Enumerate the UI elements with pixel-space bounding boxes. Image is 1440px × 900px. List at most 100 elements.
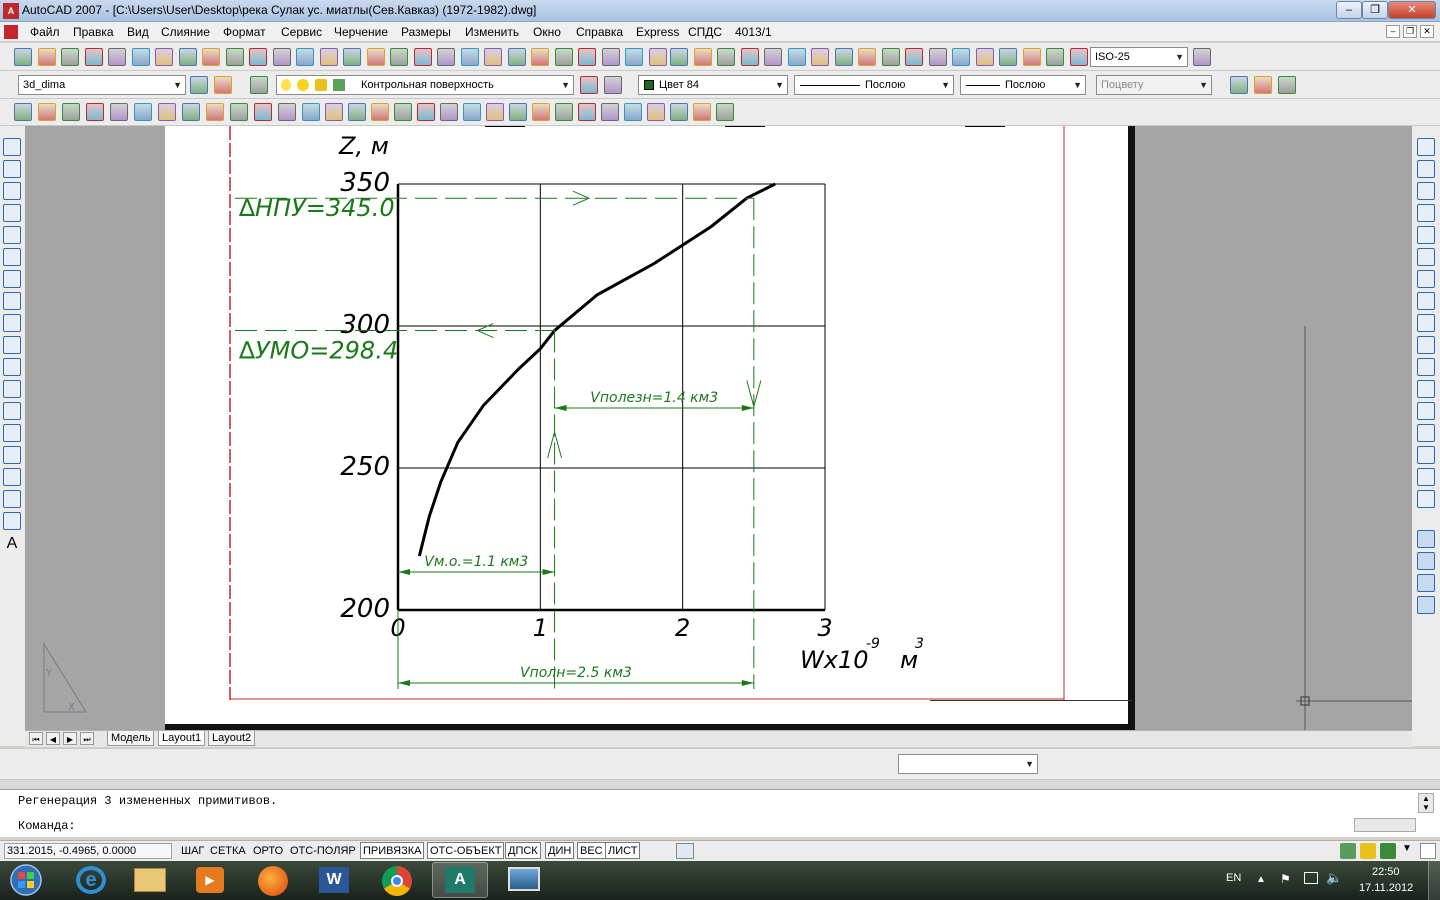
standard-tool-11-icon[interactable]	[273, 48, 291, 66]
chrome-icon[interactable]	[370, 862, 426, 898]
modify-tool-446-icon[interactable]	[1417, 446, 1435, 464]
last-tab-icon[interactable]: ⏭	[80, 732, 94, 745]
draw-tool-512-icon[interactable]	[3, 512, 21, 530]
properties-tool-0-icon[interactable]	[190, 76, 208, 94]
draw-tool-226-icon[interactable]	[3, 226, 21, 244]
modify-tool-12-icon[interactable]	[302, 103, 320, 121]
modify-tool-7-icon[interactable]	[182, 103, 200, 121]
restore-button[interactable]: ❐	[1362, 1, 1388, 19]
command-scrollbar[interactable]: ▲ ▼	[1418, 793, 1434, 813]
standard-tool-7-icon[interactable]	[179, 48, 197, 66]
menu-item-11[interactable]: Express	[636, 25, 679, 39]
tray-clock-time[interactable]: 22:50	[1372, 866, 1400, 878]
status-toggle-0[interactable]: ШАГ	[178, 842, 207, 859]
standard-tool-8-icon[interactable]	[202, 48, 220, 66]
modify-tool-27-icon[interactable]	[647, 103, 665, 121]
modify-tool-6-icon[interactable]	[158, 103, 176, 121]
draw-tool-490-icon[interactable]	[3, 490, 21, 508]
status-toggle-8[interactable]: ВЕС	[577, 842, 606, 859]
next-tab-icon[interactable]: ▶	[63, 732, 77, 745]
draw-tool-380-icon[interactable]	[3, 380, 21, 398]
action-center-flag-icon[interactable]: ⚑	[1280, 872, 1291, 886]
menu-item-4[interactable]: Формат	[223, 25, 266, 39]
standard-tool-30-icon[interactable]	[717, 48, 735, 66]
command-splitter[interactable]	[0, 780, 1440, 789]
prev-tab-icon[interactable]: ◀	[46, 732, 60, 745]
modify-tool-226-icon[interactable]	[1417, 226, 1435, 244]
draworder-tool-596-icon[interactable]	[1417, 596, 1435, 614]
properties-tool-1-icon[interactable]	[214, 76, 232, 94]
modify-tool-160-icon[interactable]	[1417, 160, 1435, 178]
layer-combo[interactable]: Контрольная поверхность ▼	[276, 75, 574, 95]
document-icon[interactable]	[4, 25, 18, 39]
command-prompt[interactable]: Команда:	[18, 819, 76, 833]
first-tab-icon[interactable]: ⏮	[29, 732, 43, 745]
tab-model[interactable]: Модель	[107, 731, 155, 746]
toolbar-lock-icon[interactable]	[1360, 843, 1376, 859]
standard-tool-43-icon[interactable]	[1023, 48, 1041, 66]
standard-tool-17-icon[interactable]	[414, 48, 432, 66]
modify-tool-204-icon[interactable]	[1417, 204, 1435, 222]
clean-screen-icon[interactable]	[1420, 843, 1436, 859]
workspace-combo[interactable]: 3d_dima ▼	[18, 75, 186, 95]
tab-layout1[interactable]: Layout1	[158, 731, 206, 746]
standard-tool-20-icon[interactable]	[484, 48, 502, 66]
orbit-tool-2-icon[interactable]	[1278, 76, 1296, 94]
standard-tool-38-icon[interactable]	[905, 48, 923, 66]
tab-layout2[interactable]: Layout2	[208, 731, 256, 746]
standard-tool-40-icon[interactable]	[952, 48, 970, 66]
standard-tool-34-icon[interactable]	[811, 48, 829, 66]
close-button[interactable]: ✕	[1388, 1, 1436, 19]
menu-item-10[interactable]: Справка	[576, 25, 623, 39]
tray-expand-icon[interactable]: ▲	[1256, 874, 1266, 885]
modify-tool-182-icon[interactable]	[1417, 182, 1435, 200]
standard-tool-19-icon[interactable]	[461, 48, 479, 66]
standard-tool-44-icon[interactable]	[1046, 48, 1064, 66]
modify-tool-20-icon[interactable]	[486, 103, 504, 121]
modify-tool-292-icon[interactable]	[1417, 292, 1435, 310]
modify-tool-29-icon[interactable]	[693, 103, 711, 121]
lineweight-combo[interactable]: Послою ▼	[960, 75, 1086, 95]
modify-tool-26-icon[interactable]	[624, 103, 642, 121]
draw-tool-160-icon[interactable]	[3, 160, 21, 178]
draw-tool-468-icon[interactable]	[3, 468, 21, 486]
status-toggle-7[interactable]: ДИН	[545, 842, 575, 859]
standard-tool-1-icon[interactable]	[38, 48, 56, 66]
status-toggle-1[interactable]: СЕТКА	[207, 842, 249, 859]
modify-tool-490-icon[interactable]	[1417, 490, 1435, 508]
standard-tool-12-icon[interactable]	[296, 48, 314, 66]
menu-item-13[interactable]: 4013/1	[735, 25, 772, 39]
draw-tool-314-icon[interactable]	[3, 314, 21, 332]
modify-tool-13-icon[interactable]	[325, 103, 343, 121]
properties-tool-3-icon[interactable]	[580, 76, 598, 94]
modify-tool-8-icon[interactable]	[206, 103, 224, 121]
volume-icon[interactable]: 🔈	[1326, 870, 1342, 886]
modify-tool-18-icon[interactable]	[440, 103, 458, 121]
standard-tool-6-icon[interactable]	[155, 48, 173, 66]
status-toggle-3[interactable]: ОТС-ПОЛЯР	[287, 842, 359, 859]
status-menu-chevron-icon[interactable]: ▼	[1402, 843, 1416, 859]
draw-tool-424-icon[interactable]	[3, 424, 21, 442]
draworder-tool-530-icon[interactable]	[1417, 530, 1435, 548]
doc-minimize-button[interactable]: –	[1386, 25, 1400, 38]
standard-tool-36-icon[interactable]	[858, 48, 876, 66]
draworder-tool-552-icon[interactable]	[1417, 552, 1435, 570]
autocad-app-icon[interactable]: A	[3, 3, 19, 19]
firefox-icon[interactable]	[246, 862, 302, 898]
modify-tool-10-icon[interactable]	[254, 103, 272, 121]
status-toggle-6[interactable]: ДПСК	[505, 842, 541, 859]
standard-tool-14-icon[interactable]	[343, 48, 361, 66]
modify-tool-17-icon[interactable]	[417, 103, 435, 121]
standard-tool-31-icon[interactable]	[741, 48, 759, 66]
modify-tool-19-icon[interactable]	[463, 103, 481, 121]
menu-item-2[interactable]: Вид	[127, 25, 149, 39]
standard-tool-4-icon[interactable]	[108, 48, 126, 66]
modify-tool-2-icon[interactable]	[62, 103, 80, 121]
status-toggle-4[interactable]: ПРИВЯЗКА	[360, 842, 425, 859]
standard-tool-13-icon[interactable]	[320, 48, 338, 66]
draworder-tool-574-icon[interactable]	[1417, 574, 1435, 592]
modify-tool-22-icon[interactable]	[532, 103, 550, 121]
tray-clock-date[interactable]: 17.11.2012	[1359, 882, 1413, 894]
standard-tool-9-icon[interactable]	[226, 48, 244, 66]
modify-tool-314-icon[interactable]	[1417, 314, 1435, 332]
